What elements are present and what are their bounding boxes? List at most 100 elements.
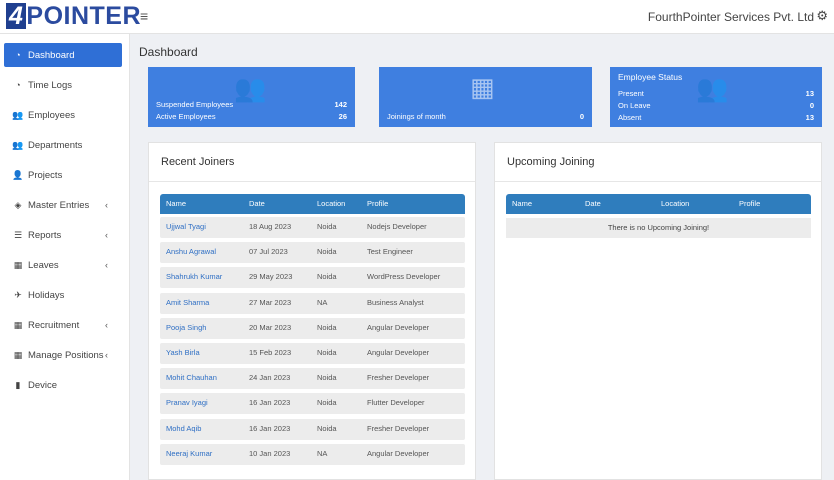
sidebar-item-time-logs[interactable]: ◔ Time Logs <box>4 73 122 97</box>
sidebar-item-employees[interactable]: 👥 Employees <box>4 103 122 127</box>
divider <box>495 181 821 182</box>
users-icon: 👥 <box>12 109 24 120</box>
table-header: Name Date Location Profile <box>160 194 465 214</box>
table-row: Neeraj Kumar 10 Jan 2023 NA Angular Develop… <box>160 443 465 465</box>
cell-profile: Nodejs Developer <box>367 222 427 231</box>
cell-date: 18 Aug 2023 <box>249 222 292 231</box>
cell-name[interactable]: Shahrukh Kumar <box>166 267 222 287</box>
chevron-left-icon: ‹ <box>105 200 108 210</box>
cell-name[interactable]: Yash Birla <box>166 343 200 363</box>
cell-location: Noida <box>317 247 337 257</box>
cell-profile: Test Engineer <box>367 247 413 257</box>
sidebar-item-master-entries[interactable]: ◈ Master Entries ‹ <box>4 193 122 217</box>
panel-title: Upcoming Joining <box>507 156 595 168</box>
cell-profile: Flutter Developer <box>367 398 425 408</box>
clock-icon: ◔ <box>15 80 21 90</box>
calendar-icon: ▦ <box>13 349 23 360</box>
sidebar-item-dashboard[interactable]: ◔ Dashboard <box>4 43 122 67</box>
absent-row: Absent 13 <box>618 113 814 122</box>
sidebar-item-recruitment[interactable]: ▦ Recruitment ‹ <box>4 313 122 337</box>
sidebar-item-label: Recruitment <box>28 319 80 331</box>
cell-profile: WordPress Developer <box>367 272 441 282</box>
cell-profile: Business Analyst <box>367 297 424 307</box>
table-row: Ujjwal Tyagi 18 Aug 2023 Noida Nodejs Devel… <box>160 217 465 238</box>
sidebar-item-label: Departments <box>28 139 83 151</box>
sidebar-item-leaves[interactable]: ▦ Leaves ‹ <box>4 253 122 277</box>
cell-name[interactable]: Anshu Agrawal <box>166 242 216 262</box>
sidebar-item-label: Master Entries <box>28 199 90 211</box>
cell-name[interactable]: Mohit Chauhan <box>166 368 217 388</box>
sidebar-item-departments[interactable]: 👥 Departments <box>4 133 122 157</box>
sidebar-item-label: Holidays <box>28 289 65 301</box>
cell-date: 27 Mar 2023 <box>249 297 292 307</box>
sidebar-item-label: Employees <box>28 109 75 121</box>
sidebar: ◔ Dashboard ◔ Time Logs 👥 Employees 👥 De… <box>0 34 130 480</box>
cell-location: NA <box>317 297 328 307</box>
cell-date: 10 Jan 2023 <box>249 448 291 458</box>
sidebar-item-projects[interactable]: 👤 Projects <box>4 163 122 187</box>
company-name[interactable]: FourthPointer Services Pvt. Ltd <box>648 10 814 24</box>
on-leave-row: On Leave 0 <box>618 101 814 110</box>
table-header: Name Date Location Profile <box>506 194 811 214</box>
suspended-employees-row: Suspended Employees 142 <box>156 100 347 109</box>
employees-card: 👥 Suspended Employees 142 Active Employe… <box>148 67 355 127</box>
column-header-profile[interactable]: Profile <box>367 194 388 214</box>
cell-name[interactable]: Pranav Iyagi <box>166 393 208 413</box>
plane-icon: ✈ <box>14 289 22 300</box>
sidebar-item-label: Leaves <box>28 259 59 271</box>
sidebar-item-manage-positions[interactable]: ▦ Manage Positions ‹ <box>4 343 122 367</box>
user-icon: 👤 <box>12 169 24 180</box>
cell-profile: Fresher Developer <box>367 423 430 433</box>
table-row: Yash Birla 15 Feb 2023 Noida Angular Develo… <box>160 343 465 364</box>
sidebar-item-reports[interactable]: ☰ Reports ‹ <box>4 223 122 247</box>
cell-profile: Fresher Developer <box>367 373 430 383</box>
cell-date: 29 May 2023 <box>249 272 293 282</box>
sidebar-item-holidays[interactable]: ✈ Holidays <box>4 283 122 307</box>
chevron-left-icon: ‹ <box>105 350 108 360</box>
table-row: Mohd Aqib 16 Jan 2023 Noida Fresher Develop… <box>160 418 465 440</box>
empty-state-message: There is no Upcoming Joining! <box>506 218 811 238</box>
cell-name[interactable]: Mohd Aqib <box>166 419 201 439</box>
page-title: Dashboard <box>139 45 198 59</box>
recent-joiners-panel: Recent Joiners Name Date Location Profil… <box>148 142 476 480</box>
panel-title: Recent Joiners <box>161 156 235 168</box>
mobile-icon: ▮ <box>15 379 21 390</box>
column-header-date[interactable]: Date <box>585 194 601 214</box>
chevron-left-icon: ‹ <box>105 320 108 330</box>
cell-location: Noida <box>317 348 337 357</box>
table-row: Pooja Singh 20 Mar 2023 Noida Angular Devel… <box>160 317 465 339</box>
table-row: Amit Sharma 27 Mar 2023 NA Business Analyst <box>160 292 465 314</box>
sidebar-item-label: Dashboard <box>28 49 75 61</box>
gear-icon[interactable]: ⚙ <box>816 8 828 24</box>
cell-date: 16 Jan 2023 <box>249 398 291 408</box>
cell-name[interactable]: Amit Sharma <box>166 293 209 313</box>
table-row: Mohit Chauhan 24 Jan 2023 Noida Fresher Dev… <box>160 368 465 390</box>
hamburger-menu-icon[interactable]: ≡ <box>140 8 148 24</box>
sidebar-item-label: Time Logs <box>28 79 72 91</box>
column-header-profile[interactable]: Profile <box>739 194 760 214</box>
upcoming-joining-panel: Upcoming Joining Name Date Location Prof… <box>494 142 822 480</box>
column-header-location[interactable]: Location <box>661 194 689 214</box>
chevron-left-icon: ‹ <box>105 230 108 240</box>
cell-name[interactable]: Neeraj Kumar <box>166 444 212 464</box>
employee-status-card: Employee Status 👥 Present 13 On Leave 0 … <box>610 67 822 127</box>
users-icon: 👥 <box>12 139 24 150</box>
sidebar-item-device[interactable]: ▮ Device <box>4 373 122 397</box>
column-header-name[interactable]: Name <box>166 194 186 214</box>
sidebar-item-label: Manage Positions <box>28 349 104 361</box>
column-header-location[interactable]: Location <box>317 194 345 214</box>
list-icon: ☰ <box>13 229 23 240</box>
cell-location: Noida <box>317 272 337 282</box>
cell-name[interactable]: Ujjwal Tyagi <box>166 217 206 237</box>
chevron-left-icon: ‹ <box>105 260 108 270</box>
cell-profile: Angular Developer <box>367 348 430 357</box>
dashboard-icon: ◔ <box>15 50 21 60</box>
cell-name[interactable]: Pooja Singh <box>166 318 206 338</box>
column-header-date[interactable]: Date <box>249 194 265 214</box>
present-row: Present 13 <box>618 89 814 98</box>
table-row: Pranav Iyagi 16 Jan 2023 Noida Flutter Deve… <box>160 393 465 415</box>
logo-text: POINTER <box>26 2 142 30</box>
logo[interactable]: 4 POINTER <box>6 3 141 29</box>
column-header-name[interactable]: Name <box>512 194 532 214</box>
divider <box>149 181 475 182</box>
